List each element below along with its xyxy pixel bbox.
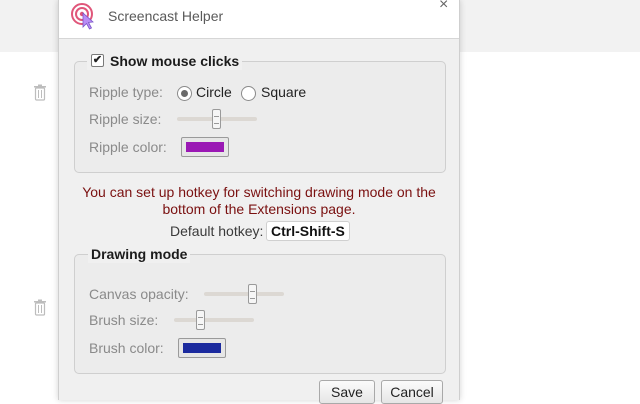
ripple-type-circle-radio[interactable]	[177, 86, 192, 101]
ripple-color-fill	[186, 142, 224, 152]
brush-color-fill	[183, 343, 221, 353]
cursor-target-icon	[70, 2, 98, 30]
ripple-type-square-label[interactable]: Square	[261, 84, 306, 100]
background-panel	[458, 0, 640, 52]
close-icon[interactable]: ×	[439, 0, 448, 14]
dialog-titlebar: Screencast Helper ×	[59, 0, 459, 39]
canvas-opacity-slider-thumb[interactable]	[248, 284, 257, 304]
brush-color-picker[interactable]	[178, 338, 226, 358]
default-hotkey-value: Ctrl-Shift-S	[266, 221, 350, 241]
ripple-size-label: Ripple size:	[89, 111, 162, 127]
canvas-opacity-slider[interactable]	[204, 292, 284, 296]
cancel-button[interactable]: Cancel	[381, 380, 443, 404]
show-mouse-clicks-checkbox[interactable]: ✔	[91, 54, 104, 67]
screencast-helper-dialog: Screencast Helper × ✔ Show mouse clicks …	[58, 0, 460, 404]
brush-size-slider[interactable]	[174, 318, 254, 322]
trash-icon[interactable]	[33, 299, 47, 316]
drawing-mode-legend: Drawing mode	[88, 245, 191, 263]
mouse-clicks-legend: ✔ Show mouse clicks	[87, 52, 243, 70]
background-panel	[0, 0, 60, 52]
dialog-title: Screencast Helper	[108, 8, 224, 24]
ripple-color-label: Ripple color:	[89, 139, 167, 155]
hotkey-notice-line1: You can set up hotkey for switching draw…	[82, 184, 436, 200]
ripple-type-square-radio[interactable]	[241, 86, 256, 101]
save-button[interactable]: Save	[319, 380, 375, 404]
show-mouse-clicks-label: Show mouse clicks	[110, 53, 240, 69]
ripple-type-circle-label[interactable]: Circle	[196, 84, 232, 100]
brush-size-label: Brush size:	[89, 312, 159, 328]
trash-icon[interactable]	[33, 84, 47, 101]
brush-color-label: Brush color:	[89, 340, 164, 356]
ripple-color-picker[interactable]	[181, 137, 229, 157]
canvas-opacity-label: Canvas opacity:	[89, 286, 189, 302]
brush-size-slider-thumb[interactable]	[196, 310, 205, 330]
hotkey-notice-line2: bottom of the Extensions page.	[162, 201, 356, 217]
ripple-type-label: Ripple type:	[89, 84, 163, 100]
default-hotkey-label: Default hotkey:	[170, 223, 264, 239]
ripple-size-slider-thumb[interactable]	[212, 109, 221, 129]
